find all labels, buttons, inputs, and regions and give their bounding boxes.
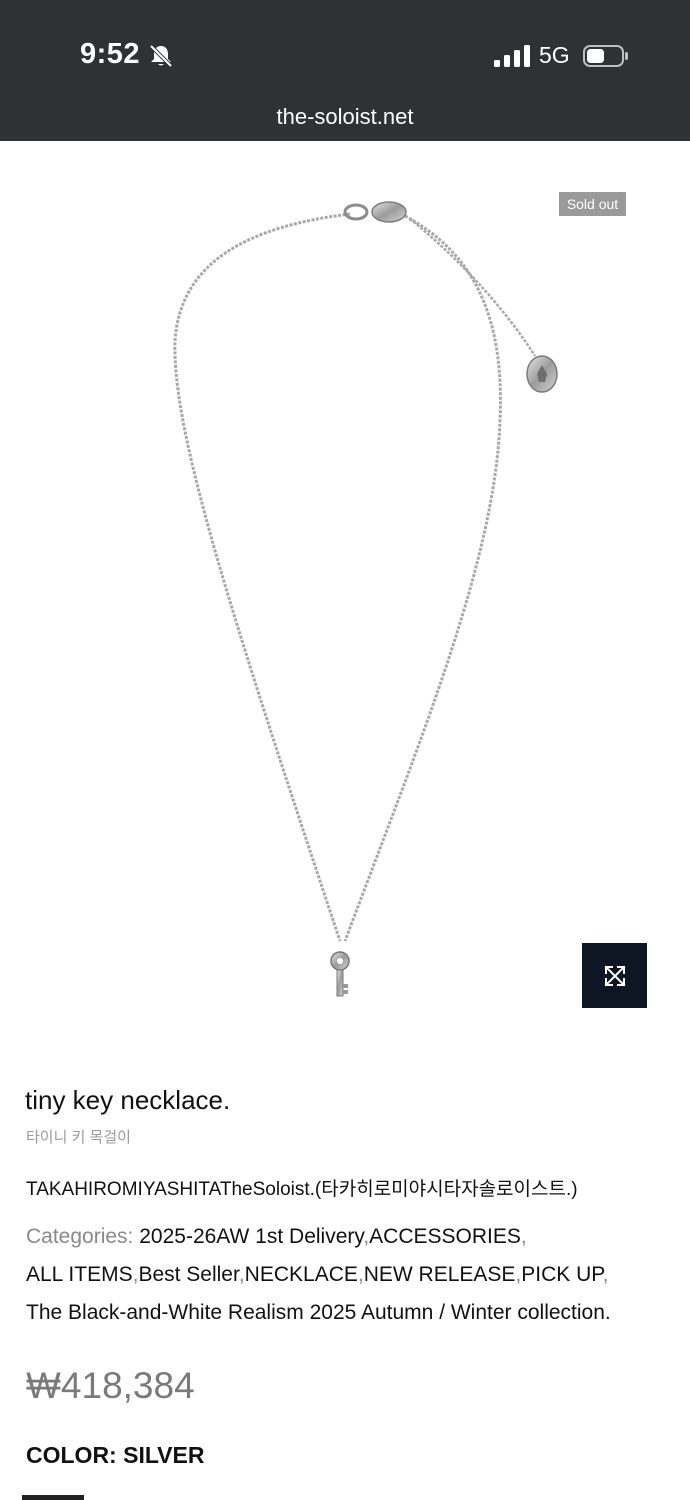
product-categories: Categories: 2025-26AW 1st Delivery,ACCES… (26, 1225, 611, 1324)
network-type: 5G (539, 42, 570, 68)
product-brand: TAKAHIROMIYASHITATheSoloist.(타카히로미야시타자솔로… (26, 1179, 578, 1200)
color-swatch-selected[interactable] (22, 1495, 84, 1500)
product-image[interactable] (0, 141, 690, 1031)
category-link[interactable]: Best Seller (138, 1263, 238, 1286)
clock: 9:52 (80, 38, 141, 70)
product-price: ₩418,384 (26, 1365, 195, 1406)
product-subtitle: 타이니 키 목걸이 (26, 1129, 131, 1146)
category-link[interactable]: ALL ITEMS (26, 1263, 133, 1286)
category-link[interactable]: ACCESSORIES (369, 1225, 521, 1248)
color-label: COLOR: SILVER (26, 1442, 205, 1468)
battery-icon (583, 45, 628, 67)
category-link[interactable]: NECKLACE (245, 1263, 358, 1286)
category-link[interactable]: PICK UP (521, 1263, 602, 1286)
address-bar-url[interactable]: the-soloist.net (0, 104, 690, 130)
signal-icon (494, 45, 530, 67)
categories-label: Categories: (26, 1225, 140, 1248)
product-title: tiny key necklace. (25, 1085, 231, 1115)
expand-icon (604, 965, 625, 986)
category-link[interactable]: The Black-and-White Realism 2025 Autumn … (26, 1301, 611, 1324)
category-link[interactable]: 2025-26AW 1st Delivery (139, 1225, 363, 1248)
necklace-image (173, 201, 558, 997)
status-bar: 9:52 5G the-soloist.net (0, 0, 690, 141)
category-link[interactable]: NEW RELEASE (364, 1263, 516, 1286)
sold-out-badge: Sold out (559, 192, 626, 216)
bell-muted-icon (149, 44, 173, 68)
expand-image-button[interactable] (582, 943, 647, 1008)
